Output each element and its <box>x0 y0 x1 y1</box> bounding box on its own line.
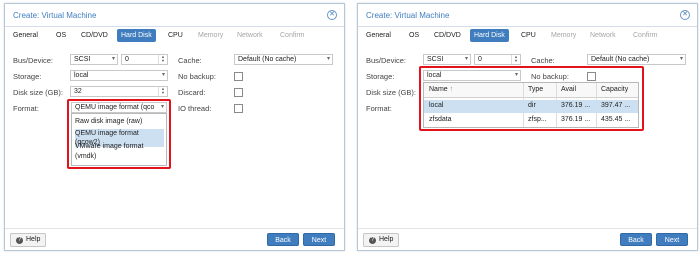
dialog-footer: ? Help Back Next <box>5 228 344 250</box>
tab-network: Network <box>237 32 263 39</box>
tab-os[interactable]: OS <box>56 30 66 41</box>
storage-select[interactable]: local ▾ <box>70 70 168 81</box>
format-label: Format: <box>13 104 39 113</box>
help-button[interactable]: ? Help <box>363 233 400 247</box>
tab-cpu[interactable]: CPU <box>168 30 183 41</box>
create-vm-dialog-storage: Create: Virtual Machine ✕ General OS CD/… <box>357 3 698 251</box>
bus-value: SCSI <box>427 56 444 63</box>
help-icon: ? <box>369 237 376 244</box>
tab-memory: Memory <box>551 32 577 39</box>
no-backup-checkbox[interactable] <box>234 72 243 81</box>
tab-os[interactable]: OS <box>409 30 419 41</box>
io-thread-checkbox[interactable] <box>234 104 243 113</box>
next-button[interactable]: Next <box>303 233 335 246</box>
help-label: Help <box>26 236 41 243</box>
highlight-box <box>67 99 171 169</box>
cache-label: Cache: <box>531 56 555 65</box>
dialog-titlebar: Create: Virtual Machine ✕ <box>358 4 697 27</box>
device-value: 0 <box>125 56 129 63</box>
storage-value: local <box>74 72 89 79</box>
tab-bar: General OS CD/DVD Hard Disk CPU Memory N… <box>358 28 697 43</box>
device-number-stepper[interactable]: 0 ▲ ▼ <box>121 54 168 65</box>
help-label: Help <box>379 236 394 243</box>
io-thread-label: IO thread: <box>178 104 212 113</box>
device-value: 0 <box>478 56 482 63</box>
cache-value: Default (No cache) <box>238 56 297 63</box>
tab-hard-disk[interactable]: Hard Disk <box>470 29 509 42</box>
discard-label: Discard: <box>178 88 206 97</box>
tab-cpu[interactable]: CPU <box>521 30 536 41</box>
chevron-down-icon: ▾ <box>111 56 115 62</box>
chevron-down-icon: ▾ <box>326 56 330 62</box>
next-button[interactable]: Next <box>656 233 688 246</box>
cache-label: Cache: <box>178 56 202 65</box>
cache-select[interactable]: Default (No cache) ▾ <box>234 54 333 65</box>
tab-hard-disk[interactable]: Hard Disk <box>117 29 156 42</box>
disk-size-value: 32 <box>74 88 82 95</box>
disk-size-label: Disk size (GB): <box>366 88 417 97</box>
spinner-arrows-icon[interactable]: ▲ ▼ <box>511 55 520 64</box>
bus-value: SCSI <box>74 56 91 63</box>
chevron-down-icon: ▾ <box>464 56 468 62</box>
cache-value: Default (No cache) <box>591 56 650 63</box>
chevron-down-icon: ▾ <box>161 72 165 78</box>
tab-confirm: Confirm <box>633 32 658 39</box>
storage-label: Storage: <box>13 72 42 81</box>
device-number-stepper[interactable]: 0 ▲ ▼ <box>474 54 521 65</box>
dialog-footer: ? Help Back Next <box>358 228 697 250</box>
dialog-title: Create: Virtual Machine <box>366 11 450 20</box>
bus-select[interactable]: SCSI ▾ <box>70 54 118 65</box>
back-button[interactable]: Back <box>267 233 299 246</box>
highlight-box <box>419 66 644 131</box>
spinner-arrows-icon[interactable]: ▲ ▼ <box>158 55 167 64</box>
tab-memory: Memory <box>198 32 224 39</box>
chevron-down-icon: ▾ <box>679 56 683 62</box>
close-icon[interactable]: ✕ <box>680 10 690 20</box>
close-icon[interactable]: ✕ <box>327 10 337 20</box>
dialog-titlebar: Create: Virtual Machine ✕ <box>5 4 344 27</box>
cache-select[interactable]: Default (No cache) ▾ <box>587 54 686 65</box>
tab-general[interactable]: General <box>366 30 391 41</box>
format-label: Format: <box>366 104 392 113</box>
bus-device-label: Bus/Device: <box>366 56 407 65</box>
bus-device-label: Bus/Device: <box>13 56 54 65</box>
tab-confirm: Confirm <box>280 32 305 39</box>
back-button[interactable]: Back <box>620 233 652 246</box>
tab-cd-dvd[interactable]: CD/DVD <box>434 30 461 41</box>
tab-general[interactable]: General <box>13 30 38 41</box>
tab-cd-dvd[interactable]: CD/DVD <box>81 30 108 41</box>
help-button[interactable]: ? Help <box>10 233 47 247</box>
no-backup-label: No backup: <box>178 72 216 81</box>
tab-bar: General OS CD/DVD Hard Disk CPU Memory N… <box>5 28 344 43</box>
create-vm-dialog-format: Create: Virtual Machine ✕ General OS CD/… <box>4 3 345 251</box>
tab-network: Network <box>590 32 616 39</box>
help-icon: ? <box>16 237 23 244</box>
disk-size-stepper[interactable]: 32 ▲ ▼ <box>70 86 168 97</box>
spinner-arrows-icon[interactable]: ▲ ▼ <box>158 87 167 96</box>
bus-select[interactable]: SCSI ▾ <box>423 54 471 65</box>
disk-size-label: Disk size (GB): <box>13 88 64 97</box>
discard-checkbox[interactable] <box>234 88 243 97</box>
dialog-title: Create: Virtual Machine <box>13 11 97 20</box>
storage-label: Storage: <box>366 72 395 81</box>
